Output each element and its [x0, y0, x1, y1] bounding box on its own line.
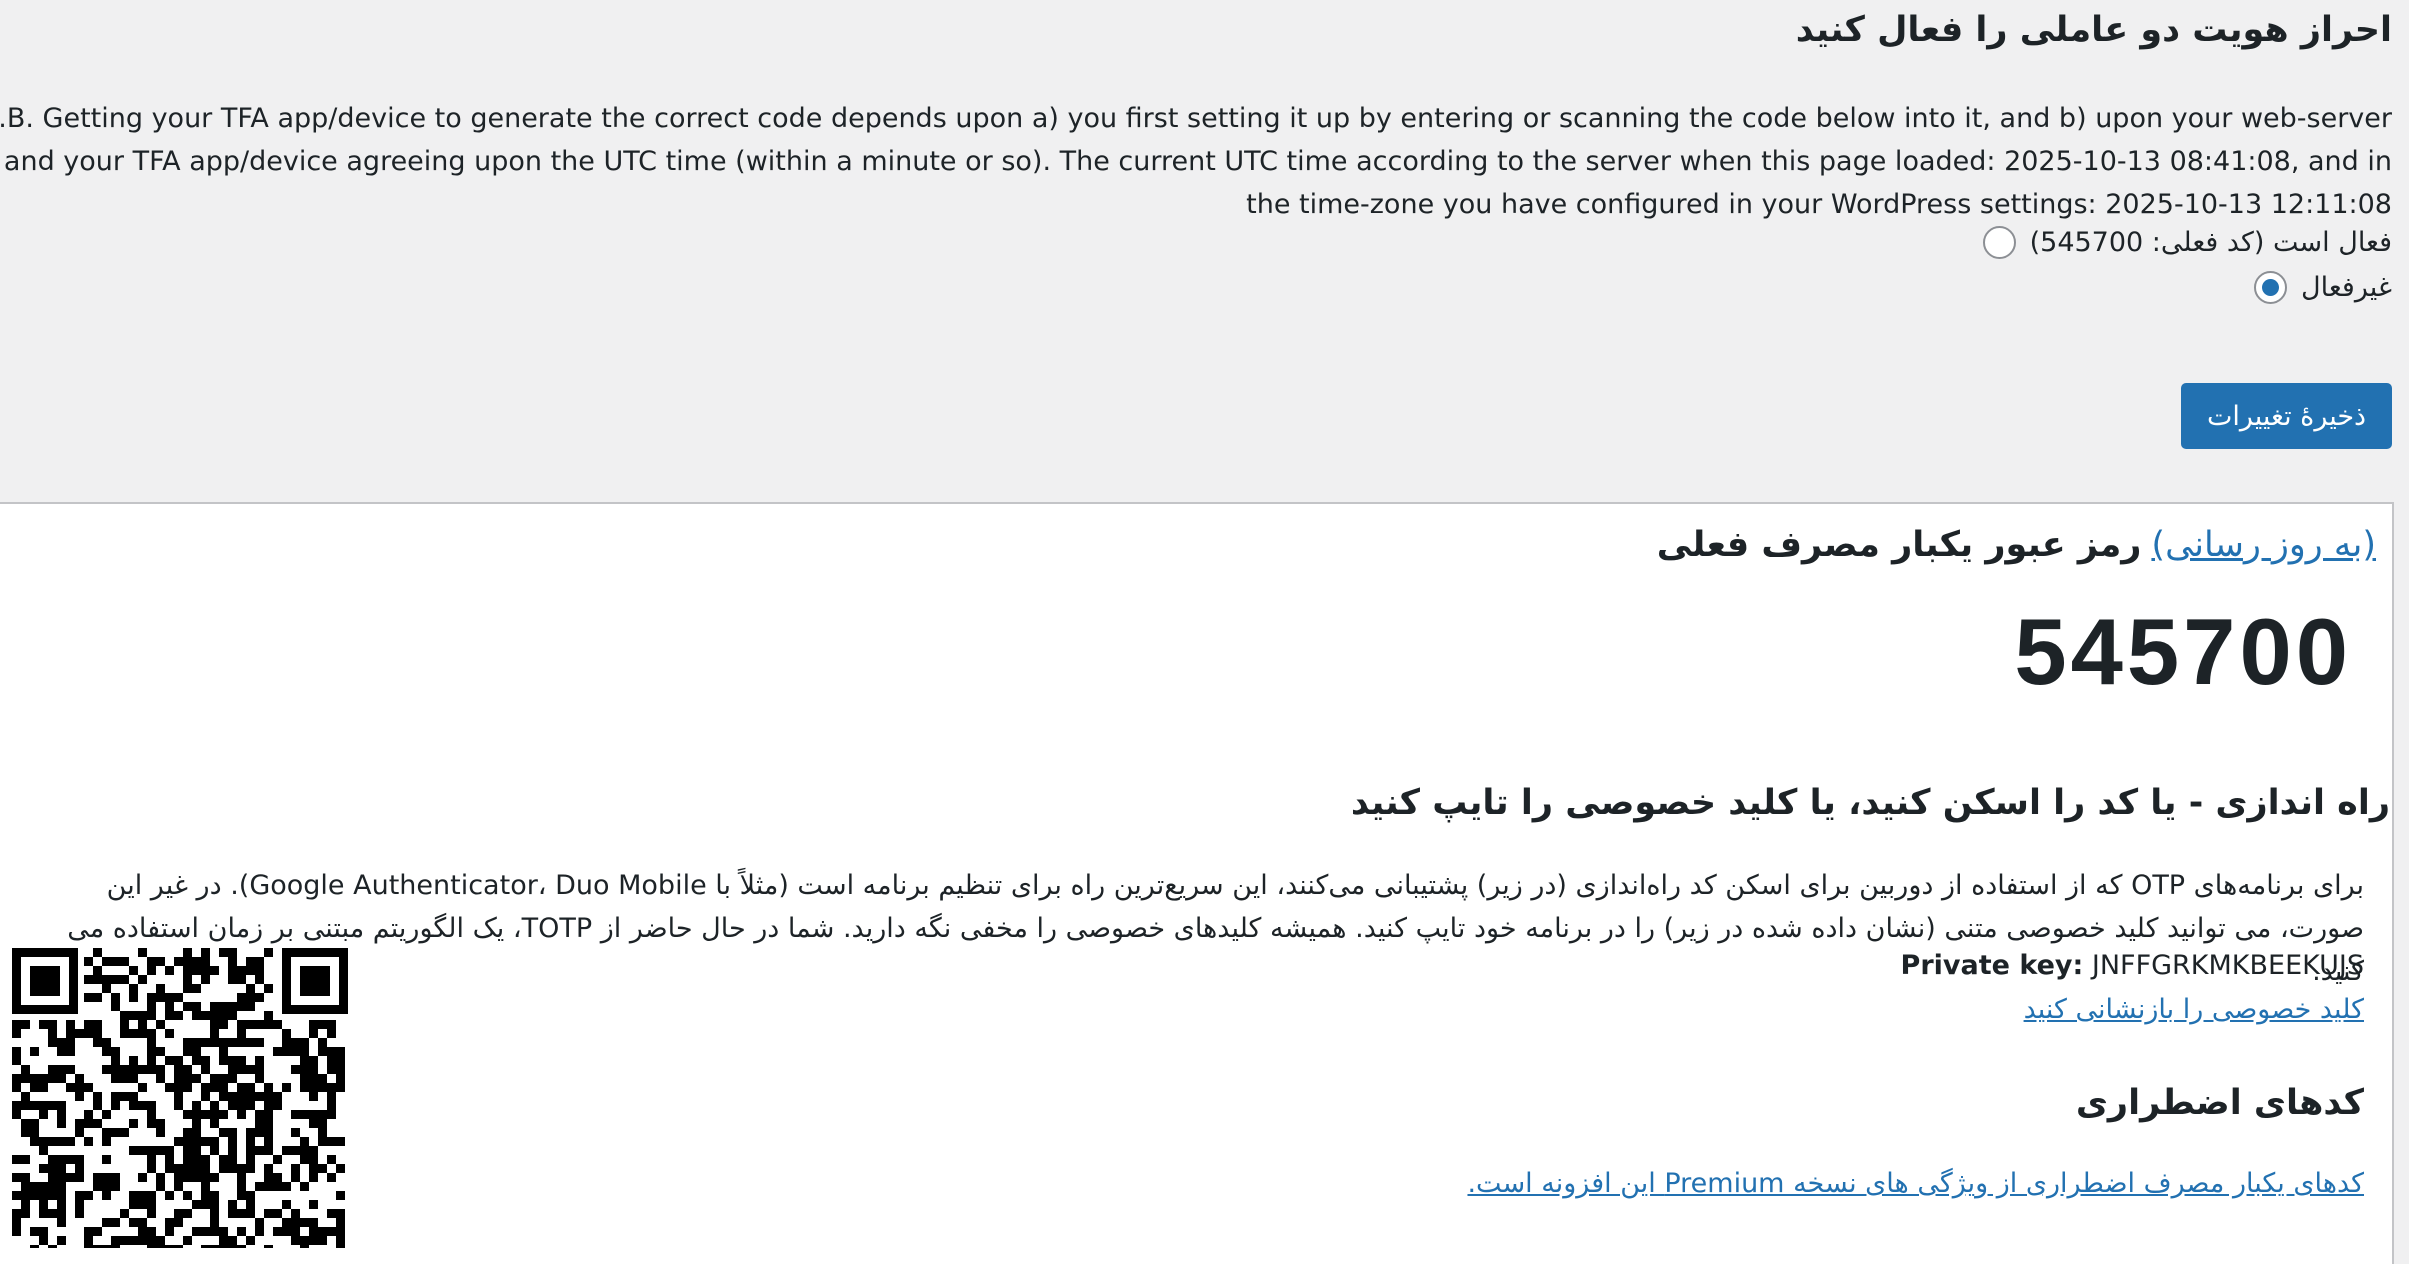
private-key-label: Private key:: [1900, 950, 2084, 981]
emergency-codes-heading: کدهای اضطراری: [2075, 1083, 2364, 1123]
save-changes-button[interactable]: ذخیرهٔ تغییرات: [2181, 383, 2392, 449]
current-otp-heading-label: رمز عبور یکبار مصرف فعلی: [1656, 525, 2142, 565]
radio-option-disabled[interactable]: غیرفعال: [2254, 271, 2392, 304]
radio-disabled-input[interactable]: [2254, 271, 2288, 304]
tfa-title: احراز هویت دو عاملی را فعال کنید: [1795, 10, 2392, 50]
radio-option-enabled[interactable]: فعال است (کد فعلی: 545700): [1982, 226, 2392, 259]
private-key-value: JNFFGRKMKBEEKUJS: [2091, 950, 2364, 981]
qr-code-icon: [12, 948, 348, 1248]
current-otp-code: 545700: [2014, 599, 2352, 704]
radio-enabled-label: فعال است (کد فعلی: 545700): [2029, 227, 2392, 258]
private-key-row: Private key: JNFFGRKMKBEEKUJS: [1901, 950, 2364, 981]
radio-disabled-label: غیرفعال: [2301, 272, 2392, 303]
radio-enabled-input[interactable]: [1982, 226, 2016, 259]
reset-private-key-link[interactable]: کلید خصوصی را بازنشانی کنید: [2024, 994, 2364, 1025]
current-otp-heading: رمز عبور یکبار مصرف فعلی (به روز رسانی): [1657, 525, 2376, 565]
utc-time-note: N.B. Getting your TFA app/device to gene…: [0, 103, 2392, 220]
premium-feature-link[interactable]: کدهای یکبار مصرف اضطراری از ویژگی های نس…: [1467, 1168, 2364, 1199]
setup-heading: راه اندازی - یا کد را اسکن کنید، یا کلید…: [1350, 783, 2390, 823]
refresh-otp-link[interactable]: (به روز رسانی): [2151, 525, 2376, 565]
